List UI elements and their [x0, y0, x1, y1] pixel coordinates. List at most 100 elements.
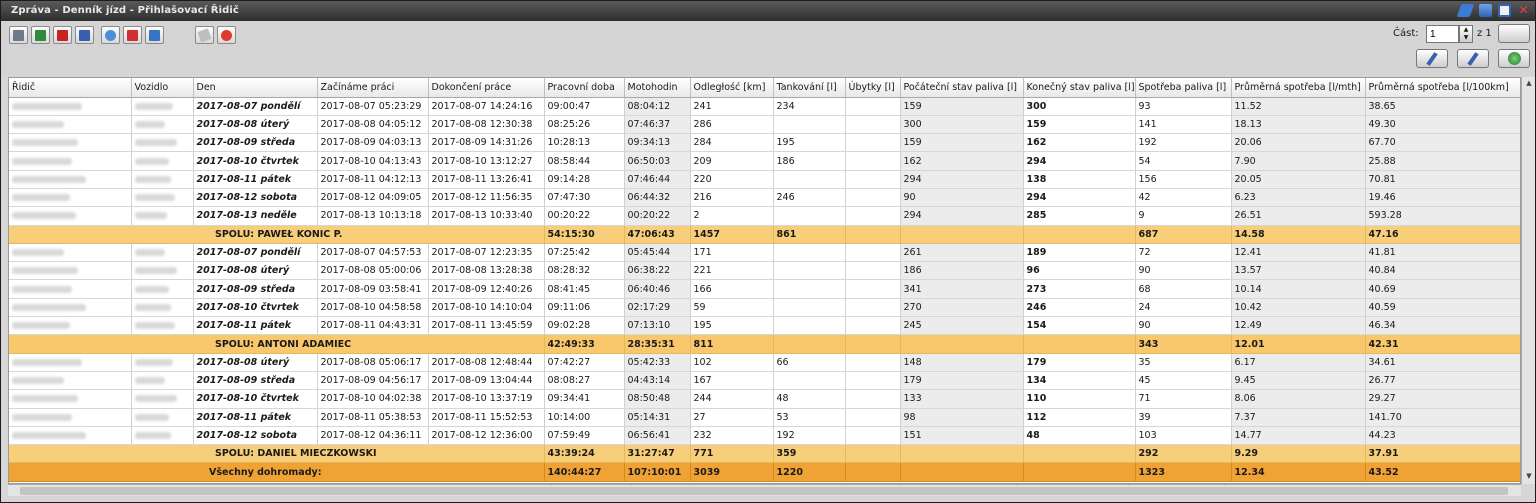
driver-cell	[9, 115, 132, 135]
column-header[interactable]: Průměrná spotřeba [l/100km]	[1365, 78, 1520, 98]
engine-hours-cell: 07:46:44	[624, 170, 691, 189]
column-header[interactable]: Vozidlo	[131, 78, 194, 98]
scroll-thumb[interactable]	[20, 487, 1508, 495]
losses-cell	[845, 334, 901, 354]
globe-button[interactable]	[1498, 49, 1530, 68]
column-header[interactable]: Konečný stav paliva [l]	[1023, 78, 1136, 98]
redacted-name	[12, 175, 86, 183]
table-row[interactable]: 2017-08-08 úterý 2017-08-08 05:06:17 2017-…	[9, 353, 1520, 372]
table-row[interactable]: 2017-08-09 středa 2017-08-09 04:03:13 2017…	[9, 133, 1520, 153]
column-header[interactable]: Dokončení práce	[428, 78, 545, 98]
end-cell: 2017-08-11 13:45:59	[428, 316, 545, 336]
work-time-cell: 42:49:33	[544, 334, 625, 354]
export-pdf-button[interactable]	[53, 26, 72, 44]
start-cell: 2017-08-10 04:58:58	[317, 298, 429, 318]
consumption-cell: 90	[1135, 261, 1232, 281]
close-report-button[interactable]	[123, 26, 142, 44]
table-row[interactable]: 2017-08-11 pátek 2017-08-11 04:12:13 2017-…	[9, 170, 1520, 189]
redacted-name	[12, 322, 70, 330]
losses-cell	[845, 188, 901, 208]
fuel-end-cell: 159	[1023, 115, 1136, 135]
column-header[interactable]: Tankování [l]	[773, 78, 846, 98]
column-header[interactable]: Spotřeba paliva [l]	[1135, 78, 1232, 98]
engine-hours-cell: 47:06:43	[624, 225, 691, 244]
pin-icon[interactable]	[1456, 4, 1475, 17]
export-excel-button[interactable]	[31, 26, 50, 44]
favorite-button[interactable]	[217, 26, 236, 44]
save-button[interactable]	[75, 26, 94, 44]
avg-per-hour-cell: 12.41	[1231, 243, 1366, 263]
brush-button-2[interactable]	[1457, 49, 1489, 68]
column-header[interactable]: Průměrná spotřeba [l/mth]	[1231, 78, 1366, 98]
table-row[interactable]: 2017-08-08 úterý 2017-08-08 05:00:06 2017-…	[9, 261, 1520, 281]
table-row[interactable]: 2017-08-10 čtvrtek 2017-08-10 04:13:43 201…	[9, 151, 1520, 171]
maximize-icon[interactable]	[1498, 4, 1511, 17]
fuel-end-cell: 273	[1023, 279, 1136, 299]
table-row[interactable]: 2017-08-07 pondělí 2017-08-07 04:57:53 201…	[9, 243, 1520, 263]
engine-hours-cell: 31:27:47	[624, 444, 691, 464]
column-header[interactable]: Pracovní doba	[544, 78, 625, 98]
part-input[interactable]	[1426, 25, 1459, 43]
table-row[interactable]: 2017-08-09 středa 2017-08-09 04:56:17 2017…	[9, 371, 1520, 391]
fuel-start-cell: 294	[900, 206, 1024, 226]
start-cell: 2017-08-13 10:13:18	[317, 206, 429, 226]
table-row[interactable]: 2017-08-12 sobota 2017-08-12 04:36:11 2017…	[9, 426, 1520, 446]
part-spinner[interactable]: ▲ ▼	[1459, 25, 1473, 43]
redacted-name	[12, 431, 86, 439]
horizontal-scrollbar[interactable]	[8, 484, 1521, 496]
avg-per-hour-cell: 12.01	[1231, 334, 1366, 354]
losses-cell	[845, 298, 901, 318]
column-header[interactable]: Začínáme práci	[317, 78, 429, 98]
start-cell: 2017-08-11 04:12:13	[317, 170, 429, 189]
scroll-up-icon[interactable]: ▲	[1524, 79, 1534, 89]
refuel-cell: 246	[773, 188, 846, 208]
column-header[interactable]: Motohodin	[624, 78, 691, 98]
vertical-scrollbar[interactable]: ▲ ▼	[1521, 77, 1535, 484]
engine-hours-cell: 05:45:44	[624, 243, 691, 263]
table-row[interactable]: 2017-08-09 středa 2017-08-09 03:58:41 2017…	[9, 279, 1520, 299]
table-row[interactable]: 2017-08-12 sobota 2017-08-12 04:09:05 2017…	[9, 188, 1520, 208]
avg-per-100km-cell: 29.27	[1365, 389, 1520, 409]
minimize-icon[interactable]	[1479, 4, 1492, 17]
vehicle-cell	[131, 151, 194, 171]
consumption-cell: 156	[1135, 170, 1232, 189]
redacted-vehicle	[134, 194, 175, 202]
erase-button[interactable]	[195, 26, 214, 44]
fuel-start-cell: 98	[900, 408, 1024, 427]
distance-cell: 171	[690, 243, 774, 263]
distance-cell: 811	[690, 334, 774, 354]
engine-hours-cell: 28:35:31	[624, 334, 691, 354]
close-icon[interactable]: ✕	[1517, 4, 1530, 17]
engine-hours-cell: 05:42:33	[624, 353, 691, 372]
brush-button-1[interactable]	[1416, 49, 1448, 68]
table-row[interactable]: 2017-08-13 neděle 2017-08-13 10:13:18 2017…	[9, 206, 1520, 226]
start-cell: 2017-08-11 04:43:31	[317, 316, 429, 336]
column-header[interactable]: Den	[193, 78, 318, 98]
table-row[interactable]: 2017-08-10 čtvrtek 2017-08-10 04:02:38 201…	[9, 389, 1520, 409]
distance-cell: 284	[690, 133, 774, 153]
print-button[interactable]	[9, 26, 28, 44]
table-row[interactable]: 2017-08-08 úterý 2017-08-08 04:05:12 2017-…	[9, 115, 1520, 135]
columns-button[interactable]	[145, 26, 164, 44]
avg-per-hour-cell: 12.34	[1231, 462, 1366, 482]
brush-icon	[1426, 51, 1438, 66]
table-row[interactable]: 2017-08-11 pátek 2017-08-11 04:43:31 2017-…	[9, 316, 1520, 336]
column-header[interactable]: Odległość [km]	[690, 78, 774, 98]
column-header[interactable]: Počáteční stav paliva [l]	[900, 78, 1024, 98]
column-header[interactable]: Řidič	[9, 78, 132, 98]
table-row[interactable]: 2017-08-11 pátek 2017-08-11 05:38:53 2017-…	[9, 408, 1520, 427]
start-cell: 2017-08-12 04:09:05	[317, 188, 429, 208]
go-button[interactable]	[1498, 24, 1530, 43]
consumption-cell: 39	[1135, 408, 1232, 427]
work-time-cell: 140:44:27	[544, 462, 625, 482]
redacted-name	[12, 358, 82, 366]
fuel-start-cell: 162	[900, 151, 1024, 171]
consumption-cell: 35	[1135, 353, 1232, 372]
column-header[interactable]: Úbytky [l]	[845, 78, 901, 98]
refresh-button[interactable]	[101, 26, 120, 44]
distance-cell: 209	[690, 151, 774, 171]
scroll-down-icon[interactable]: ▼	[1524, 472, 1534, 482]
table-row[interactable]: 2017-08-10 čtvrtek 2017-08-10 04:58:58 201…	[9, 298, 1520, 318]
consumption-cell: 54	[1135, 151, 1232, 171]
table-row[interactable]: 2017-08-07 pondělí 2017-08-07 05:23:29 201…	[9, 97, 1520, 116]
